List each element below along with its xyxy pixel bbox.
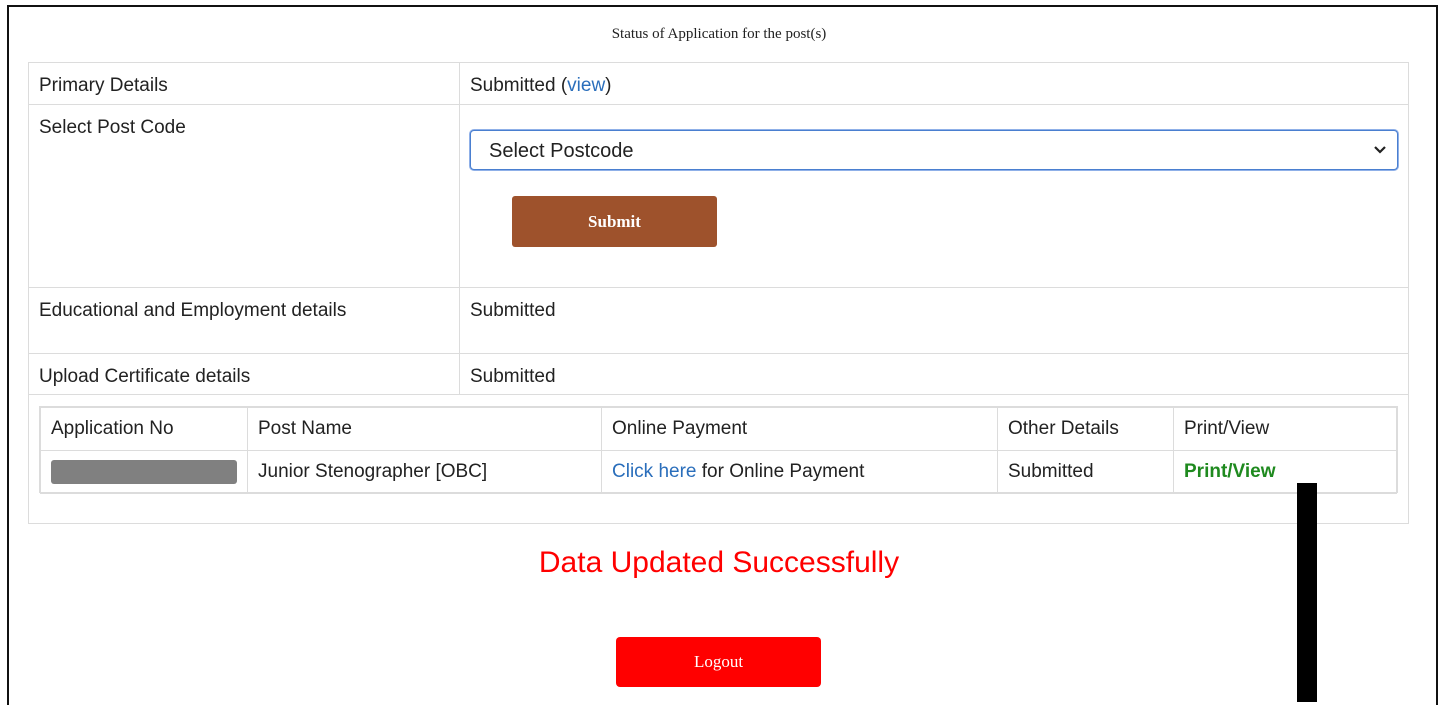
- row-primary-details: Primary Details Submitted (view): [29, 63, 1408, 105]
- primary-details-label: Primary Details: [29, 63, 460, 104]
- postcode-select-value: Select Postcode: [489, 140, 634, 162]
- logout-button[interactable]: Logout: [616, 637, 821, 687]
- educational-details-label: Educational and Employment details: [29, 288, 460, 353]
- header-post-name: Post Name: [247, 407, 602, 451]
- applications-header-row: Application No Post Name Online Payment …: [40, 407, 1397, 451]
- postcode-select[interactable]: Select Postcode: [470, 130, 1398, 170]
- online-payment-cell: Click here for Online Payment: [601, 450, 998, 494]
- upload-certificate-label: Upload Certificate details: [29, 354, 460, 394]
- status-message: Data Updated Successfully: [538, 546, 900, 579]
- educational-details-value: Submitted: [470, 300, 556, 321]
- upload-certificate-value: Submitted: [470, 366, 556, 387]
- header-print-view: Print/View: [1173, 407, 1397, 451]
- submit-button[interactable]: Submit: [512, 196, 717, 247]
- row-upload-certificate: Upload Certificate details Submitted: [29, 354, 1408, 395]
- post-name-cell: Junior Stenographer [OBC]: [247, 450, 602, 494]
- other-details-cell: Submitted: [997, 450, 1174, 494]
- click-here-payment-link[interactable]: Click here: [612, 461, 696, 482]
- row-select-post-code: Select Post Code Select Postcode Submit: [29, 105, 1408, 288]
- annotation-pointer-bar: [1297, 483, 1317, 702]
- view-link[interactable]: view: [567, 75, 605, 96]
- chevron-down-icon: [1374, 146, 1386, 154]
- print-view-link[interactable]: Print/View: [1184, 461, 1276, 482]
- primary-details-status: Submitted: [470, 75, 556, 96]
- redacted-application-no: [51, 460, 237, 484]
- application-no-cell: [40, 450, 248, 494]
- header-online-payment: Online Payment: [601, 407, 998, 451]
- primary-details-value: Submitted (view): [460, 63, 1408, 104]
- table-row: Junior Stenographer [OBC] Click here for…: [40, 450, 1397, 494]
- select-post-code-label: Select Post Code: [29, 105, 460, 287]
- select-post-code-cell: Select Postcode Submit: [460, 105, 1408, 287]
- print-view-cell: Print/View: [1173, 450, 1397, 494]
- row-educational-details: Educational and Employment details Submi…: [29, 288, 1408, 354]
- header-application-no: Application No: [40, 407, 248, 451]
- applications-table: Application No Post Name Online Payment …: [39, 406, 1398, 494]
- header-other-details: Other Details: [997, 407, 1174, 451]
- application-status-table: Primary Details Submitted (view) Select …: [28, 62, 1409, 524]
- paren-close: ): [605, 75, 612, 96]
- page-title: Status of Application for the post(s): [611, 26, 827, 42]
- payment-text: for Online Payment: [696, 461, 865, 482]
